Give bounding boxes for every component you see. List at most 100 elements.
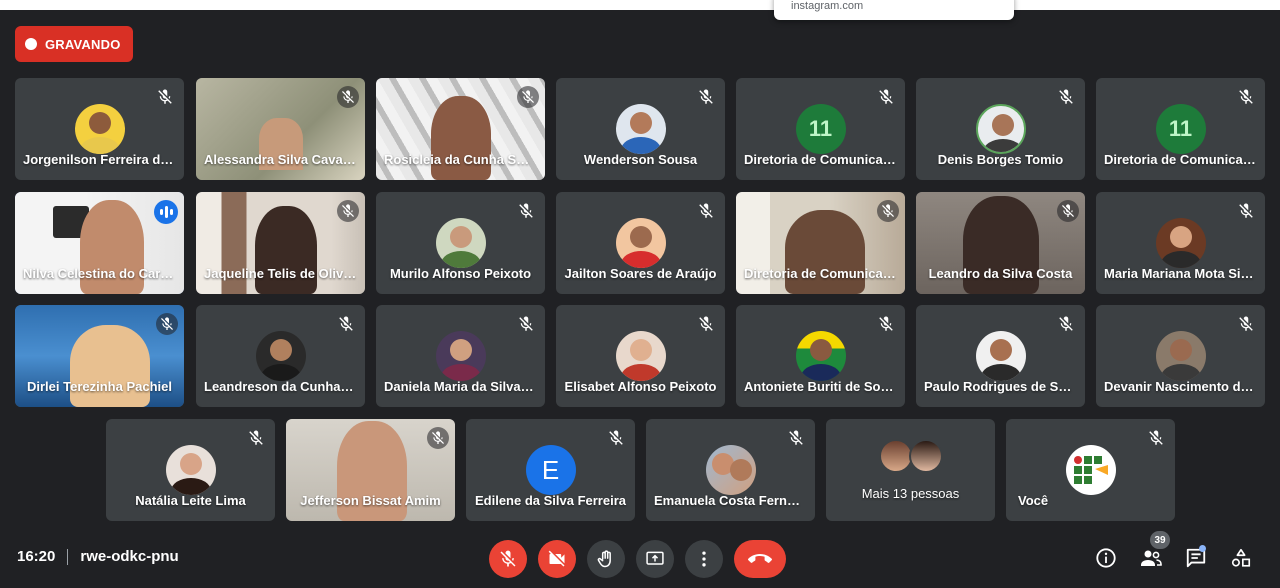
participant-name: Diretoria de Comunicação: [744, 266, 905, 281]
participant-name: Wenderson Sousa: [583, 152, 698, 167]
participant-name: Leandro da Silva Costa: [928, 266, 1073, 281]
mic-off-icon: [337, 86, 359, 108]
recording-dot-icon: [25, 38, 37, 50]
participant-tile[interactable]: Elisabet Alfonso Peixoto: [556, 305, 725, 407]
participant-name: Jefferson Bissat Amim: [300, 493, 441, 508]
mic-off-icon: [1059, 316, 1073, 331]
participant-name: Maria Mariana Mota Silva: [1104, 266, 1259, 281]
participant-tile[interactable]: 11 Diretoria de Comunicação: [1096, 78, 1265, 180]
chat-notification-dot: [1199, 545, 1206, 552]
participant-tile[interactable]: Emanuela Costa Fernandes: [646, 419, 815, 521]
people-button[interactable]: [1139, 546, 1163, 570]
recording-indicator[interactable]: GRAVANDO: [15, 26, 133, 62]
participant-tile[interactable]: 11 Diretoria de Comunicação: [736, 78, 905, 180]
participant-tile[interactable]: Jaqueline Telis de Oliveira: [196, 192, 365, 294]
participant-tile[interactable]: Murilo Alfonso Peixoto: [376, 192, 545, 294]
mic-off-icon: [1149, 430, 1163, 445]
mic-off-icon: [877, 200, 899, 222]
participant-name: Elisabet Alfonso Peixoto: [564, 379, 717, 394]
participant-tile[interactable]: E Edilene da Silva Ferreira: [466, 419, 635, 521]
mic-off-icon: [249, 430, 263, 445]
participant-avatar: [615, 218, 666, 268]
mic-toggle-button[interactable]: [489, 540, 527, 578]
camera-toggle-button[interactable]: [538, 540, 576, 578]
participant-avatar: [74, 104, 125, 154]
participant-tile[interactable]: Rosicleia da Cunha Souza: [376, 78, 545, 180]
mic-off-icon: [879, 316, 893, 331]
participant-name: Antoniete Buriti de Souza: [744, 379, 903, 394]
participant-name: Daniela Maria da Silva Sousa: [384, 379, 545, 394]
mic-off-icon: [699, 316, 713, 331]
more-options-button[interactable]: [685, 540, 723, 578]
participant-tile[interactable]: Denis Borges Tomio: [916, 78, 1085, 180]
participant-tile[interactable]: Devanir Nascimento da Silva: [1096, 305, 1265, 407]
participant-avatar: [435, 331, 486, 381]
participant-name: Dirlei Terezinha Pachiel: [27, 379, 172, 394]
participant-tile[interactable]: Maria Mariana Mota Silva: [1096, 192, 1265, 294]
raise-hand-button[interactable]: [587, 540, 625, 578]
more-participants-tile[interactable]: Mais 13 pessoas: [826, 419, 995, 521]
mic-off-icon: [156, 313, 178, 335]
participant-tile[interactable]: Wenderson Sousa: [556, 78, 725, 180]
participant-name: Jaqueline Telis de Oliveira: [204, 266, 365, 281]
people-count-badge: 39: [1150, 531, 1170, 549]
mic-off-icon: [609, 430, 623, 445]
participant-tile[interactable]: Diretoria de Comunicação: [736, 192, 905, 294]
more-participants-label: Mais 13 pessoas: [861, 486, 960, 501]
avatar-letter: E: [541, 454, 560, 485]
participant-name: Jailton Soares de Araújo: [564, 266, 717, 281]
organization-logo: 11: [1155, 104, 1206, 154]
self-tile[interactable]: Você: [1006, 419, 1175, 521]
participant-avatar: [878, 439, 913, 473]
participant-tile[interactable]: Jailton Soares de Araújo: [556, 192, 725, 294]
participant-name: Devanir Nascimento da Silva: [1104, 379, 1265, 394]
present-screen-button[interactable]: [636, 540, 674, 578]
participant-name: Leandreson da Cunha Silva: [204, 379, 365, 394]
participant-tile[interactable]: Jefferson Bissat Amim: [286, 419, 455, 521]
participant-tile[interactable]: Leandreson da Cunha Silva: [196, 305, 365, 407]
activities-icon: [1231, 548, 1251, 567]
top-strip: [0, 0, 1280, 10]
person-figure: [430, 96, 491, 180]
participant-avatar: [795, 331, 846, 381]
meeting-details-button[interactable]: [1094, 546, 1118, 570]
participant-letter-avatar: E: [525, 445, 576, 495]
participant-tile[interactable]: Alessandra Silva Cavalcante: [196, 78, 365, 180]
participant-tile[interactable]: Leandro da Silva Costa: [916, 192, 1085, 294]
logo-text: 11: [1168, 116, 1193, 141]
divider: [67, 548, 69, 565]
participant-name: Paulo Rodrigues de Souza: [924, 379, 1085, 394]
participant-avatar: [975, 331, 1026, 381]
participant-tile[interactable]: Paulo Rodrigues de Souza: [916, 305, 1085, 407]
participant-avatar: [615, 331, 666, 381]
activities-button[interactable]: [1229, 546, 1253, 570]
participant-tile[interactable]: Dirlei Terezinha Pachiel: [15, 305, 184, 407]
mic-off-icon: [1239, 203, 1253, 218]
meeting-time: 16:20: [17, 548, 56, 565]
participant-avatar: [705, 445, 756, 495]
mic-off-icon: [517, 86, 539, 108]
mic-off-icon: [500, 550, 516, 567]
mic-off-icon: [879, 89, 893, 104]
participant-name: Natália Leite Lima: [135, 493, 246, 508]
participant-tile[interactable]: Natália Leite Lima: [106, 419, 275, 521]
link-tooltip: instagram.com: [774, 0, 1014, 20]
hang-up-button[interactable]: [734, 540, 786, 578]
camera-off-icon: [548, 550, 565, 567]
person-figure: [69, 325, 150, 407]
participant-name: Alessandra Silva Cavalcante: [204, 152, 365, 167]
meeting-info: 16:20 rwe-odkc-pnu: [17, 548, 179, 565]
mic-off-icon: [1239, 316, 1253, 331]
participant-name: Diretoria de Comunicação: [744, 152, 905, 167]
participant-tile[interactable]: Nilva Celestina do Carmo: [15, 192, 184, 294]
more-participants-avatars: [878, 439, 943, 473]
participant-tile[interactable]: Jorgenilson Ferreira de Souza: [15, 78, 184, 180]
participant-avatar: [615, 104, 666, 154]
participant-avatar: [975, 104, 1026, 154]
participant-tile[interactable]: Daniela Maria da Silva Sousa: [376, 305, 545, 407]
meeting-code[interactable]: rwe-odkc-pnu: [80, 548, 178, 565]
participant-tile[interactable]: Antoniete Buriti de Souza: [736, 305, 905, 407]
speaking-indicator-icon: [154, 200, 178, 224]
participant-name: Emanuela Costa Fernandes: [654, 493, 815, 508]
mic-off-icon: [1239, 89, 1253, 104]
